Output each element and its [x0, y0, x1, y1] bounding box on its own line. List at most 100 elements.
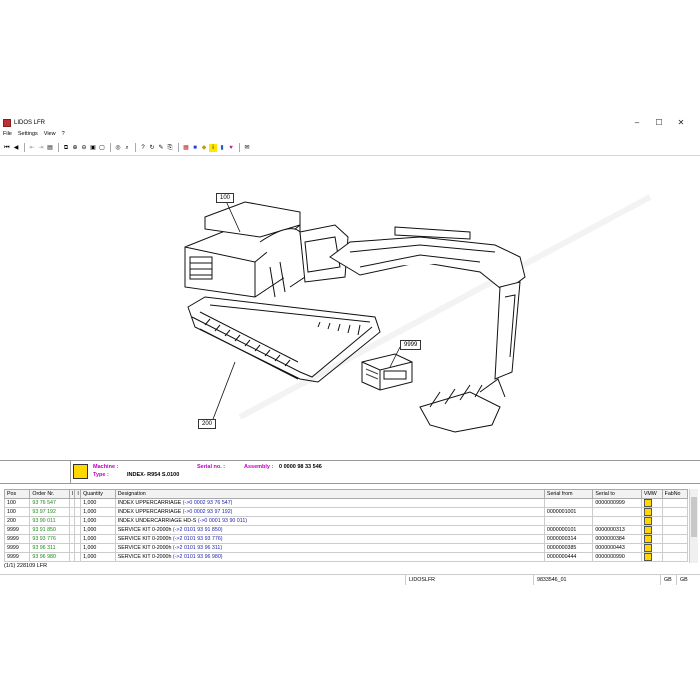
toolbar-divider [58, 143, 59, 152]
record-count: (1/1) 228109 LFR [4, 563, 48, 569]
cell-serial-to: 0000000990 [592, 552, 642, 562]
toolbar-divider [110, 143, 111, 152]
col-quantity[interactable]: Quantity [80, 489, 116, 499]
toolbar-divider [24, 143, 25, 152]
forward-icon[interactable]: ⇥ [37, 144, 45, 152]
cell-quantity: 1,000 [80, 516, 116, 526]
minimize-button[interactable]: – [626, 117, 648, 128]
color-icon[interactable]: ■ [191, 144, 199, 152]
find-icon[interactable]: ◎ [114, 144, 122, 152]
cell-serial-from [543, 516, 594, 526]
designation-text: SERVICE KIT 0-2000h [117, 554, 172, 560]
zoom-out-icon[interactable]: ⊖ [80, 144, 88, 152]
table-row[interactable]: 9999 93 91 850 1,000 SERVICE KIT 0-2000h (-… [4, 525, 688, 535]
cell-pos: 100 [4, 498, 31, 508]
designation-text: INDEX UNDERCARRIAGE HD-S [117, 518, 197, 524]
col-vmw[interactable]: VMW [640, 489, 663, 499]
col-fabno[interactable]: FabNo [661, 489, 688, 499]
cell-serial-from: 0000001001 [543, 507, 594, 517]
table-row[interactable]: 100 93 76 547 1,000 INDEX UPPERCARRIAGE (->… [4, 498, 688, 508]
search-icon[interactable]: ⌕ [123, 144, 131, 152]
refresh-icon[interactable]: ↻ [148, 144, 156, 152]
fit-icon[interactable]: ▣ [89, 144, 97, 152]
cell-quantity: 1,000 [80, 507, 116, 517]
document-icon[interactable] [643, 553, 652, 561]
cell-pos: 9999 [4, 525, 31, 535]
table-row[interactable]: 100 93 97 192 1,000 INDEX UPPERCARRIAGE (->… [4, 507, 688, 517]
prev-icon[interactable]: ◀ [12, 144, 20, 152]
menu-settings[interactable]: Settings [18, 130, 38, 139]
document-icon[interactable] [643, 499, 652, 507]
cell-order: 93 96 980 [29, 552, 70, 562]
col-serial-to[interactable]: Serial to [592, 489, 642, 499]
callout-100[interactable]: 100 [216, 193, 235, 203]
designation-reference-link[interactable]: (->0 0002 93 76 547) [183, 500, 233, 506]
document-icon[interactable] [643, 526, 652, 534]
col-order[interactable]: Order Nr. [29, 489, 70, 499]
cell-quantity: 1,000 [80, 543, 116, 553]
help-icon[interactable]: ? [139, 144, 147, 152]
table-row[interactable]: 200 93 90 011 1,000 INDEX UNDERCARRIAGE HD-… [4, 516, 688, 526]
mark-icon[interactable]: ◆ [200, 144, 208, 152]
designation-reference-link[interactable]: (->2 0101 93 93 776) [173, 536, 223, 542]
mail-icon[interactable]: ✉ [243, 144, 251, 152]
machine-label: Machine : [93, 464, 119, 470]
first-icon[interactable]: ⏮ [3, 144, 11, 152]
export-icon[interactable]: ⎘ [166, 144, 174, 152]
info-icon[interactable]: i [209, 143, 217, 152]
menu-file[interactable]: File [3, 130, 12, 139]
callout-200[interactable]: 200 [198, 419, 217, 429]
close-button[interactable]: ✕ [670, 117, 692, 128]
document-icon[interactable] [643, 517, 652, 525]
callout-9999[interactable]: 9999 [400, 340, 422, 350]
cell-vmw [640, 498, 663, 508]
print-icon[interactable]: ▤ [46, 144, 54, 152]
exploded-view-drawing: 100 200 9999 [0, 157, 700, 462]
col-pos[interactable]: Pos [4, 489, 31, 499]
cell-designation: SERVICE KIT 0-2000h (->2 0101 93 93 776) [114, 534, 545, 544]
cell-fabno [661, 507, 688, 517]
book-icon[interactable]: ▮ [218, 144, 226, 152]
table-row[interactable]: 9999 93 93 776 1,000 SERVICE KIT 0-2000h (-… [4, 534, 688, 544]
cell-designation: INDEX UNDERCARRIAGE HD-S (->0 0001 93 90… [114, 516, 545, 526]
menu-help[interactable]: ? [62, 130, 65, 139]
designation-reference-link[interactable]: (->0 0002 93 97 192) [183, 509, 233, 515]
document-icon[interactable] [643, 535, 652, 543]
designation-reference-link[interactable]: (->2 0101 93 96 311) [173, 545, 222, 551]
col-designation[interactable]: Designation [114, 489, 545, 499]
designation-reference-link[interactable]: (->2 0101 93 91 850) [173, 527, 223, 533]
table-row[interactable]: 9999 93 96 311 1,000 SERVICE KIT 0-2000h (-… [4, 543, 688, 553]
document-icon[interactable] [643, 508, 652, 516]
cell-order: 93 90 011 [29, 516, 70, 526]
col-serial-from[interactable]: Serial from [543, 489, 594, 499]
grid-icon[interactable]: ▦ [182, 144, 190, 152]
app-icon [3, 118, 11, 127]
edit-icon[interactable]: ✎ [157, 144, 165, 152]
cell-serial-from: 0000000101 [543, 525, 594, 535]
app-window: LIDOS LFR – ☐ ✕ File Settings View ? ⏮ ◀… [0, 115, 700, 585]
maximize-button[interactable]: ☐ [648, 117, 670, 128]
page-icon[interactable]: ▢ [98, 144, 106, 152]
table-row[interactable]: 9999 93 96 980 1,000 SERVICE KIT 0-2000h (-… [4, 552, 688, 562]
document-icon[interactable] [643, 544, 652, 552]
cell-vmw [640, 507, 663, 517]
cell-serial-from: 0000000385 [543, 543, 594, 553]
cell-serial-to: 0000000999 [592, 498, 642, 508]
status-app: LIDOSLFR [405, 575, 529, 585]
back-icon[interactable]: ⇤ [28, 144, 36, 152]
menu-view[interactable]: View [44, 130, 56, 139]
parts-table-container: Pos Order Nr. I I Quantity Designation S… [4, 489, 688, 563]
cell-order: 93 93 776 [29, 534, 70, 544]
cell-vmw [640, 516, 663, 526]
table-header: Pos Order Nr. I I Quantity Designation S… [4, 489, 688, 499]
scrollbar-thumb[interactable] [691, 497, 697, 537]
cell-quantity: 1,000 [80, 498, 116, 508]
copy-icon[interactable]: ⧉ [62, 144, 70, 152]
designation-reference-link[interactable]: (->0 0001 93 90 011) [198, 518, 247, 524]
zoom-in-icon[interactable]: ⊕ [71, 144, 79, 152]
table-scrollbar[interactable] [689, 489, 698, 563]
designation-reference-link[interactable]: (->2 0101 93 96 980) [173, 554, 223, 560]
heart-icon[interactable]: ♥ [227, 144, 235, 152]
cell-quantity: 1,000 [80, 534, 116, 544]
toolbar-divider [135, 143, 136, 152]
